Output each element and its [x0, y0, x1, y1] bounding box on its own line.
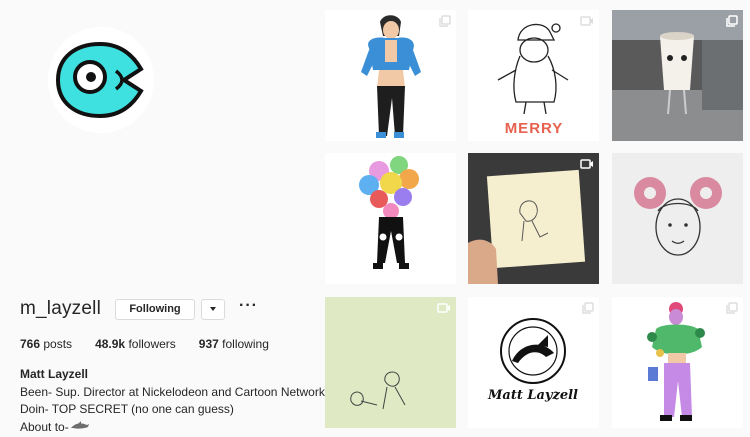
post-thumbnail[interactable] [612, 153, 743, 284]
pencil-sketch-green-image [325, 297, 456, 428]
following-stat[interactable]: 937 following [199, 337, 269, 351]
bio-line: Been- Sup. Director at Nickelodeon and C… [20, 384, 325, 399]
profile-header: m_layzell Following ··· [20, 298, 258, 320]
post-thumbnail[interactable]: Matt Layzell [468, 297, 599, 428]
multi-photo-icon [726, 302, 738, 314]
posts-count: 766 [20, 337, 41, 351]
profile-full-name: Matt Layzell [20, 367, 89, 381]
post-thumbnail[interactable] [612, 297, 743, 428]
profile-stats: 766 posts 48.9k followers 937 following [20, 337, 292, 351]
post-thumbnail[interactable] [325, 10, 456, 141]
profile-username: m_layzell [20, 298, 101, 319]
bio-line-text: About to- [20, 419, 69, 434]
multi-photo-icon [439, 15, 451, 27]
following-button[interactable]: Following [115, 298, 195, 320]
cup-character-photo-image [612, 10, 743, 141]
post-thumbnail[interactable] [612, 10, 743, 141]
multi-photo-icon [726, 15, 738, 27]
following-label: following [222, 337, 269, 351]
bio-line-last: About to- [20, 419, 325, 437]
post-signature-text: Matt Layzell [487, 388, 578, 403]
character-blue-jacket-image [325, 10, 456, 141]
post-thumbnail[interactable] [468, 153, 599, 284]
character-purple-pants-image [612, 297, 743, 428]
video-icon [580, 159, 593, 169]
chevron-down-icon [210, 307, 216, 311]
followers-count: 48.9k [95, 337, 126, 351]
character-toy-pile-image [325, 153, 456, 284]
multi-photo-icon [582, 302, 594, 314]
posts-stat: 766 posts [20, 337, 72, 351]
profile-bio: Matt Layzell Been- Sup. Director at Nick… [20, 366, 325, 436]
sticky-note-sketch-image [468, 153, 599, 284]
suggestions-dropdown-button[interactable] [201, 298, 225, 320]
profile-avatar[interactable] [48, 27, 154, 133]
dolphin-icon [70, 420, 89, 429]
santa-sketch-image: MERRY [468, 10, 599, 141]
fish-logo-icon [48, 27, 154, 133]
logo-drawing-image: Matt Layzell [468, 297, 599, 428]
more-options-button[interactable]: ··· [239, 298, 258, 317]
followers-label: followers [128, 337, 176, 351]
donut-buns-face-image [612, 153, 743, 284]
following-count: 937 [198, 337, 219, 351]
post-caption-text: MERRY [505, 120, 564, 137]
bio-line: Doin- TOP SECRET (no one can guess) [20, 402, 234, 416]
post-thumbnail[interactable]: MERRY [468, 10, 599, 141]
followers-stat[interactable]: 48.9k followers [95, 337, 176, 351]
post-thumbnail[interactable] [325, 153, 456, 284]
video-icon [437, 303, 450, 313]
video-icon [580, 16, 593, 26]
posts-grid: MERRY Matt Layzell [325, 10, 743, 437]
posts-label: posts [43, 337, 73, 351]
post-thumbnail[interactable] [325, 297, 456, 428]
